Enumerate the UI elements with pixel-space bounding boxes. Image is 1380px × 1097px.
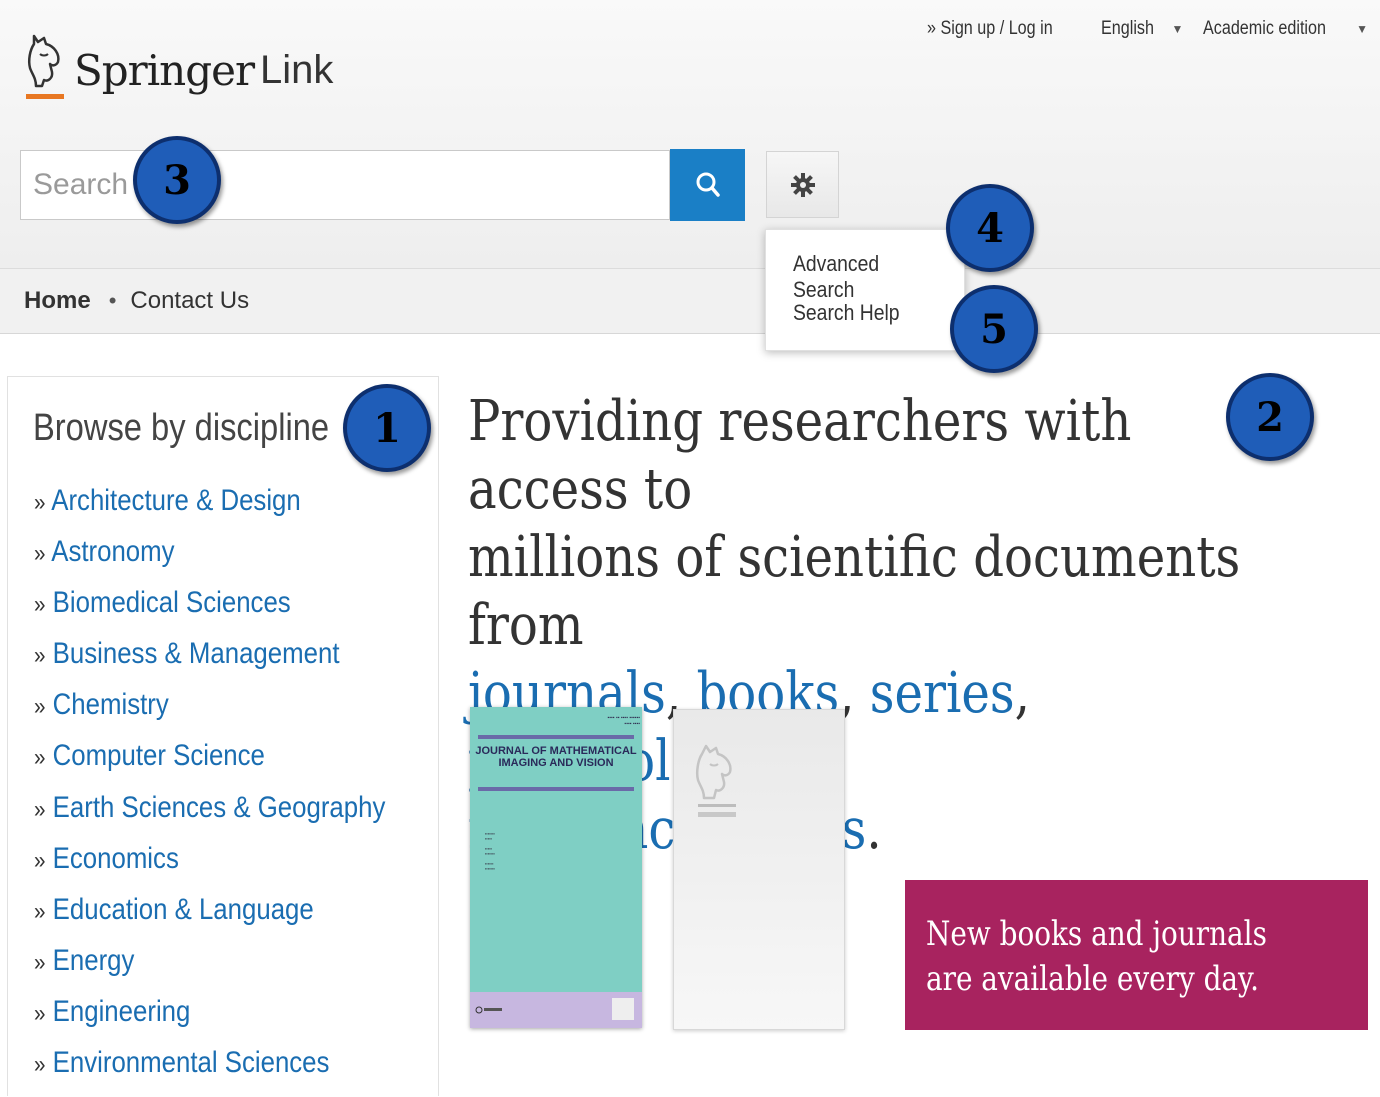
- browse-discipline-heading: Browse by discipline: [33, 407, 330, 449]
- search-input[interactable]: [20, 150, 670, 220]
- hero-separator: ,: [1014, 661, 1030, 726]
- search-options-button[interactable]: [766, 151, 839, 218]
- cover-badge: [612, 998, 634, 1020]
- journal-cover-jmiv[interactable]: ▪▪▪▪ ▪▪ ▪▪▪▪ ▪▪▪▪▪▪ ▪▪▪▪ ▪▪▪▪ JOURNAL OF …: [470, 707, 642, 1028]
- cover-title: JOURNAL OF MATHEMATICAL IMAGING AND VISIO…: [475, 745, 637, 769]
- hero-line: Providing researchers with access to: [468, 389, 1132, 522]
- springer-horse-icon: [475, 1006, 502, 1014]
- search-help-menu-item[interactable]: Search Help: [793, 300, 914, 326]
- list-item[interactable]: » Earth Sciences & Geography: [34, 791, 443, 842]
- list-item[interactable]: » Engineering: [34, 995, 443, 1046]
- browse-discipline-panel: Browse by discipline » Architecture & De…: [7, 376, 439, 1096]
- annotation-badge-3: 3: [133, 136, 221, 224]
- hero-line: millions of scientific documents from: [468, 525, 1241, 658]
- top-links: » Sign up / Log in English ▼ Academic edi…: [907, 18, 1368, 40]
- logo-text-springer: Springer: [74, 45, 255, 95]
- chevron-down-icon: ▼: [1171, 22, 1184, 36]
- logo-text-link: Link: [260, 47, 334, 92]
- cover-rule: [478, 735, 634, 739]
- advanced-search-menu-item[interactable]: Advanced Search: [793, 251, 964, 303]
- list-item[interactable]: » Astronomy: [34, 535, 443, 586]
- list-item[interactable]: » Computer Science: [34, 739, 443, 790]
- cover-editors-text: ▪▪▪▪▪▪▪ ▪▪▪▪▪ ▪▪▪▪▪ ▪▪▪▪▪▪▪ ▪▪▪▪▪▪ ▪▪▪▪▪▪▪: [485, 831, 495, 871]
- promo-line: New books and journals: [926, 914, 1267, 954]
- promo-line: are available every day.: [926, 959, 1259, 999]
- breadcrumb-nav: Home • Contact Us: [0, 268, 1380, 334]
- series-link[interactable]: series: [870, 661, 1015, 726]
- annotation-badge-1: 1: [343, 384, 431, 472]
- springer-horse-icon: [26, 34, 64, 99]
- gear-icon: [790, 172, 815, 197]
- search-button[interactable]: [670, 149, 745, 221]
- chevron-down-icon: ▼: [1356, 22, 1368, 36]
- language-selector[interactable]: English ▼: [1101, 18, 1183, 40]
- cover-footer: [470, 992, 642, 1028]
- springerlink-logo[interactable]: Springer Link: [22, 30, 333, 110]
- cover-rule: [478, 787, 634, 791]
- annotation-badge-5: 5: [950, 285, 1038, 373]
- search-options-menu: Advanced Search Search Help: [765, 229, 965, 351]
- search-icon: [696, 172, 720, 197]
- list-item[interactable]: » Biomedical Sciences: [34, 586, 443, 637]
- list-item[interactable]: » Education & Language: [34, 893, 443, 944]
- nav-contact-link[interactable]: Contact Us: [130, 287, 249, 315]
- nav-home-link[interactable]: Home: [24, 287, 91, 315]
- cover-meta-text: ▪▪▪▪ ▪▪ ▪▪▪▪ ▪▪▪▪▪▪ ▪▪▪▪ ▪▪▪▪: [607, 715, 640, 727]
- discipline-list: » Architecture & Design » Astronomy » Bi…: [34, 484, 443, 1097]
- annotation-badge-4: 4: [946, 184, 1034, 272]
- springer-horse-icon: [695, 744, 736, 817]
- annotation-badge-2: 2: [1226, 373, 1314, 461]
- list-item[interactable]: » Chemistry: [34, 688, 443, 739]
- nav-separator: •: [108, 288, 117, 313]
- list-item[interactable]: » Business & Management: [34, 637, 443, 688]
- list-item[interactable]: » Environmental Sciences: [34, 1046, 443, 1097]
- edition-selector[interactable]: Academic edition ▼: [1203, 18, 1368, 40]
- list-item[interactable]: » Energy: [34, 944, 443, 995]
- hero-text: .: [866, 797, 882, 862]
- site-header: Springer Link » Sign up / Log in English…: [0, 0, 1380, 268]
- promo-banner[interactable]: New books and journals are available eve…: [905, 880, 1368, 1030]
- book-cover-placeholder[interactable]: [673, 709, 845, 1030]
- list-item[interactable]: » Economics: [34, 842, 443, 893]
- signup-login-link[interactable]: » Sign up / Log in: [927, 18, 1075, 40]
- list-item[interactable]: » Architecture & Design: [34, 484, 443, 535]
